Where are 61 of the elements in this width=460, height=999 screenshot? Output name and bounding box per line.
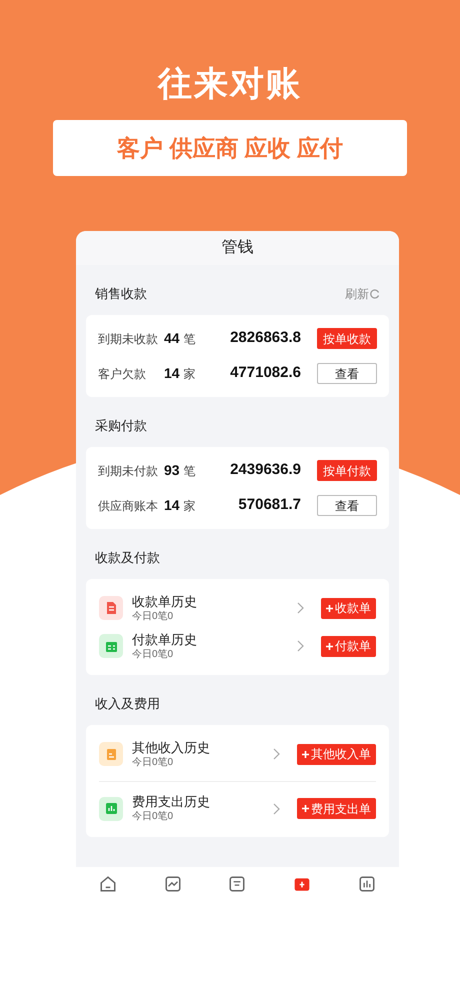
view-button[interactable]: 查看 xyxy=(317,363,377,384)
wallet-icon xyxy=(99,634,123,658)
row-label: 客户欠款 xyxy=(98,366,147,382)
count: 14 xyxy=(164,496,180,515)
chevron-icon xyxy=(273,748,280,760)
amount: 2439636.9 xyxy=(229,460,302,480)
view-button[interactable]: 查看 xyxy=(317,495,377,516)
item-title: 费用支出历史 xyxy=(132,793,211,810)
section-title: 销售收款 xyxy=(95,285,147,304)
refresh-icon xyxy=(370,289,380,299)
document-icon xyxy=(99,742,123,766)
bar-chart-icon xyxy=(99,796,123,820)
bar-chart-icon[interactable] xyxy=(358,875,376,893)
unit-label: 家 xyxy=(184,498,196,514)
row-label: 到期未收款 xyxy=(98,330,159,348)
add-button[interactable]: 收款单 xyxy=(321,598,376,618)
count: 14 xyxy=(164,364,180,383)
item-subtitle: 今日0笔0 xyxy=(132,610,174,624)
chevron-icon xyxy=(297,640,304,652)
plus-icon xyxy=(302,750,309,758)
unit-label: 家 xyxy=(184,366,196,382)
action-button[interactable]: 按单付款 xyxy=(317,460,377,481)
section-title: 收款及付款 xyxy=(95,549,160,568)
chevron-icon xyxy=(297,602,304,614)
trend-chart-icon[interactable] xyxy=(164,875,182,893)
plus-icon xyxy=(326,604,333,612)
add-button[interactable]: 费用支出单 xyxy=(297,798,376,819)
amount: 570681.7 xyxy=(237,495,302,516)
history-item[interactable]: 收款单历史 今日0笔0 收款单 xyxy=(99,589,376,627)
add-button[interactable]: 付款单 xyxy=(321,636,376,656)
plus-icon xyxy=(326,642,333,650)
row-label: 到期未付款 xyxy=(98,462,159,480)
count: 93 xyxy=(164,461,180,480)
section-title: 收入及费用 xyxy=(95,695,160,714)
refresh-button[interactable]: 刷新 xyxy=(345,285,380,303)
history-item[interactable]: 其他收入历史 今日0笔0 其他收入单 xyxy=(99,735,376,773)
screen-title: 管钱 xyxy=(76,231,399,265)
receipt-icon xyxy=(99,596,123,620)
inbox-icon[interactable] xyxy=(228,875,246,893)
plus-icon xyxy=(302,805,309,812)
add-button[interactable]: 其他收入单 xyxy=(297,744,376,764)
chevron-icon xyxy=(273,802,280,814)
item-title: 付款单历史 xyxy=(132,630,198,648)
count: 44 xyxy=(164,329,180,348)
item-subtitle: 今日0笔0 xyxy=(132,810,174,824)
section-title: 采购付款 xyxy=(95,417,147,436)
item-subtitle: 今日0笔0 xyxy=(132,648,174,662)
item-title: 收款单历史 xyxy=(132,592,198,610)
history-item[interactable]: 费用支出历史 今日0笔0 费用支出单 xyxy=(99,781,376,827)
action-button[interactable]: 按单收款 xyxy=(317,328,377,349)
amount: 4771082.6 xyxy=(229,363,302,384)
item-subtitle: 今日0笔0 xyxy=(132,756,174,770)
unit-label: 笔 xyxy=(184,330,196,348)
row-label: 供应商账本 xyxy=(98,498,159,514)
amount: 2826863.8 xyxy=(229,328,302,348)
history-item[interactable]: 付款单历史 今日0笔0 付款单 xyxy=(99,627,376,665)
unit-label: 笔 xyxy=(184,462,196,480)
home-icon[interactable] xyxy=(99,875,118,893)
banner-title: 往来对账 xyxy=(158,64,302,105)
item-title: 其他收入历史 xyxy=(132,738,211,756)
banner-subtitle: 客户 供应商 应收 应付 xyxy=(53,120,407,176)
